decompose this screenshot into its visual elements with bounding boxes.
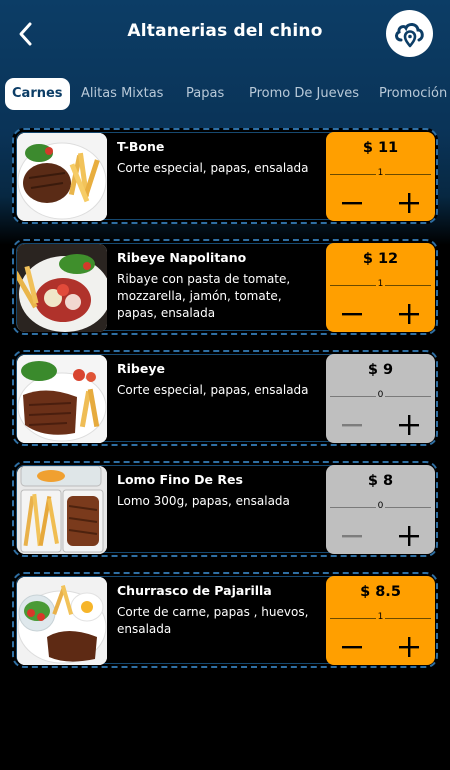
- minus-icon: [342, 202, 362, 205]
- quantity-value: 1: [326, 612, 435, 622]
- quantity-value: 1: [326, 279, 435, 289]
- plus-icon: [399, 415, 419, 435]
- product-description: Corte especial, papas, ensalada: [117, 161, 309, 175]
- minus-icon: [342, 424, 362, 427]
- category-tabs: Carnes Alitas Mixtas Papas Promo De Juev…: [0, 76, 450, 112]
- product-price: $ 8.5: [360, 584, 401, 600]
- increase-button[interactable]: [392, 412, 426, 438]
- tab-carnes[interactable]: Carnes: [5, 78, 70, 110]
- product-price: $ 9: [367, 362, 394, 378]
- increase-button[interactable]: [392, 634, 426, 660]
- decrease-button[interactable]: [335, 412, 369, 438]
- quantity-value: 0: [326, 390, 435, 400]
- product-name: Ribeye Napolitano: [117, 250, 247, 265]
- product-description: Lomo 300g, papas, ensalada: [117, 494, 290, 508]
- price-panel: $ 12 1: [326, 243, 435, 332]
- product-price: $ 11: [362, 140, 399, 156]
- product-card[interactable]: Churrasco de Pajarilla Corte de carne, p…: [12, 572, 438, 668]
- product-name: Lomo Fino De Res: [117, 472, 243, 487]
- product-card[interactable]: Lomo Fino De Res Lomo 300g, papas, ensal…: [12, 461, 438, 557]
- plus-icon: [399, 193, 419, 213]
- quantity-text: 1: [375, 612, 386, 622]
- plus-icon: [399, 526, 419, 546]
- price-panel: $ 9 0: [326, 354, 435, 443]
- product-name: Ribeye: [117, 361, 165, 376]
- product-price: $ 8: [367, 473, 394, 489]
- product-image: [17, 466, 107, 554]
- quantity-text: 0: [375, 501, 386, 511]
- increase-button[interactable]: [392, 190, 426, 216]
- increase-button[interactable]: [392, 523, 426, 549]
- product-name: T-Bone: [117, 139, 165, 154]
- tab-promocion[interactable]: Promoción D: [379, 78, 450, 110]
- quantity-value: 1: [326, 168, 435, 178]
- product-image: [17, 133, 107, 221]
- decrease-button[interactable]: [335, 190, 369, 216]
- product-image: [17, 244, 107, 332]
- product-description: Corte de carne, papas , huevos, ensalada: [117, 605, 309, 636]
- quantity-text: 1: [375, 168, 386, 178]
- location-button[interactable]: [386, 10, 433, 57]
- minus-icon: [342, 646, 362, 649]
- quantity-value: 0: [326, 501, 435, 511]
- page-title: Altanerias del chino: [127, 21, 323, 41]
- plus-icon: [399, 637, 419, 657]
- quantity-text: 1: [375, 279, 386, 289]
- product-description: Corte especial, papas, ensalada: [117, 383, 309, 397]
- decrease-button[interactable]: [335, 634, 369, 660]
- price-panel: $ 11 1: [326, 132, 435, 221]
- decrease-button[interactable]: [335, 523, 369, 549]
- plus-icon: [399, 304, 419, 324]
- tab-promo-de-jueves[interactable]: Promo De Jueves: [249, 78, 359, 110]
- minus-icon: [342, 535, 362, 538]
- tab-papas[interactable]: Papas: [186, 78, 224, 110]
- increase-button[interactable]: [392, 301, 426, 327]
- product-card[interactable]: Ribeye Corte especial, papas, ensalada $…: [12, 350, 438, 446]
- product-card[interactable]: Ribeye Napolitano Ribaye con pasta de to…: [12, 239, 438, 335]
- cloud-location-icon: [394, 22, 424, 47]
- product-name: Churrasco de Pajarilla: [117, 583, 272, 598]
- quantity-text: 0: [375, 390, 386, 400]
- product-image: [17, 577, 107, 665]
- price-panel: $ 8 0: [326, 465, 435, 554]
- tab-alitas-mixtas[interactable]: Alitas Mixtas: [81, 78, 163, 110]
- price-panel: $ 8.5 1: [326, 576, 435, 665]
- product-card[interactable]: T-Bone Corte especial, papas, ensalada $…: [12, 128, 438, 224]
- product-image: [17, 355, 107, 443]
- minus-icon: [342, 313, 362, 316]
- product-price: $ 12: [362, 251, 399, 267]
- app-header: Altanerias del chino: [0, 0, 450, 66]
- decrease-button[interactable]: [335, 301, 369, 327]
- product-description: Ribaye con pasta de tomate, mozzarella, …: [117, 272, 291, 320]
